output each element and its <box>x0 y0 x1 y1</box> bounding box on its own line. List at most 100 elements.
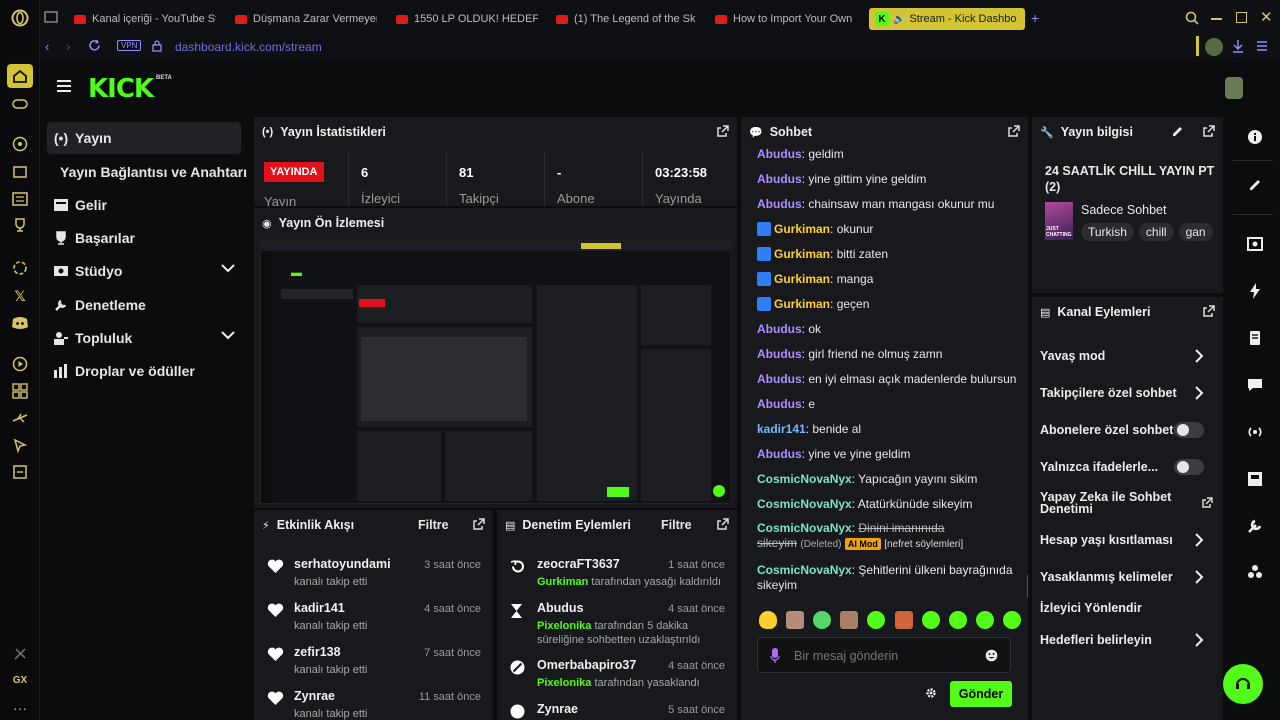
gx-control-icon[interactable] <box>10 644 30 664</box>
opera-logo-icon[interactable] <box>10 8 30 28</box>
chevron-down-icon[interactable] <box>221 331 235 340</box>
popout-icon[interactable] <box>717 518 729 530</box>
tag-chip[interactable]: Turkish <box>1081 223 1134 241</box>
wrench-icon[interactable] <box>1245 516 1265 536</box>
player-icon[interactable] <box>10 354 30 374</box>
tab-video-4[interactable]: How to Import Your Own <box>715 8 857 30</box>
search-icon[interactable] <box>1185 11 1199 25</box>
chevron-right-icon[interactable] <box>1195 570 1204 584</box>
new-tab-button[interactable]: + <box>1031 10 1039 26</box>
action-followers-only[interactable]: Takipçilere özel sohbet <box>1040 386 1214 400</box>
emote-icon[interactable] <box>813 611 832 629</box>
external-link-icon[interactable] <box>1202 497 1213 508</box>
channel-icon[interactable] <box>1245 469 1265 489</box>
emote-icon[interactable] <box>759 611 777 629</box>
nav-item-revenue[interactable]: Gelir <box>47 189 241 221</box>
emote-icon[interactable] <box>786 611 805 629</box>
lock-icon[interactable] <box>152 40 162 52</box>
flights-icon[interactable] <box>10 408 30 428</box>
popout-icon[interactable] <box>1203 125 1215 137</box>
gx-corner-icon[interactable] <box>10 462 30 482</box>
download-icon[interactable] <box>1232 39 1244 53</box>
chevron-down-icon[interactable] <box>221 264 235 273</box>
nav-item-achievements[interactable]: Başarılar <box>47 222 241 254</box>
subscribers-only-toggle[interactable] <box>1174 422 1204 438</box>
more-icon[interactable]: ··· <box>10 698 30 718</box>
chat-username[interactable]: Abudus <box>757 172 802 186</box>
emote-icon[interactable] <box>948 611 967 629</box>
vpn-badge[interactable]: VPN <box>117 40 142 51</box>
emotes-only-toggle[interactable] <box>1174 459 1204 475</box>
hamburger-menu-icon[interactable] <box>57 80 71 92</box>
popout-icon[interactable] <box>717 125 729 137</box>
stream-preview-video[interactable]: ▬ <box>260 240 732 504</box>
twitch-icon[interactable] <box>10 162 30 182</box>
gamepad-icon[interactable] <box>10 94 30 114</box>
lightning-icon[interactable] <box>1245 281 1265 301</box>
chat-settings-gear-icon[interactable] <box>925 687 937 699</box>
nav-item-drops[interactable]: Droplar ve ödüller <box>47 355 241 387</box>
back-icon[interactable]: ‹ <box>45 39 49 54</box>
tab-video-3[interactable]: (1) The Legend of the Sk <box>556 8 698 30</box>
chevron-right-icon[interactable] <box>1195 633 1204 647</box>
music-icon[interactable] <box>10 134 30 154</box>
edit-pencil-icon[interactable] <box>1172 126 1183 137</box>
tag-chip[interactable]: gan <box>1178 223 1213 241</box>
popout-icon[interactable] <box>1008 125 1020 137</box>
emote-icon[interactable] <box>894 611 913 629</box>
stream-category[interactable]: Sadece Sohbet <box>1081 203 1167 217</box>
chat-input[interactable] <box>794 646 974 666</box>
emote-icon[interactable] <box>1002 611 1021 629</box>
chat-username[interactable]: Abudus <box>757 147 802 161</box>
action-subscribers-only[interactable]: Abonelere özel sohbet <box>1040 422 1214 438</box>
user-avatar[interactable] <box>1225 77 1243 99</box>
minimize-icon[interactable] <box>1211 18 1222 20</box>
chat-username[interactable]: Gurkiman <box>774 247 830 261</box>
popout-icon[interactable] <box>473 518 485 530</box>
chat-username[interactable]: kadir141 <box>757 422 806 436</box>
reload-icon[interactable] <box>88 39 101 52</box>
chevron-right-icon[interactable] <box>1195 386 1204 400</box>
chat-input-box[interactable] <box>757 637 1011 673</box>
emoji-icon[interactable] <box>985 649 998 662</box>
action-emotes-only[interactable]: Yalnızca ifadelerle... <box>1040 459 1214 475</box>
easy-setup-icon[interactable] <box>1255 39 1269 53</box>
action-slow-mode[interactable]: Yavaş mod <box>1040 349 1214 363</box>
send-button[interactable]: Gönder <box>950 681 1012 707</box>
chat-username[interactable]: Gurkiman <box>774 272 830 286</box>
chat-username[interactable]: Abudus <box>757 197 802 211</box>
support-headset-button[interactable] <box>1223 664 1263 704</box>
nav-item-studio[interactable]: Stüdyo <box>47 255 241 287</box>
microphone-icon[interactable] <box>770 648 780 664</box>
emote-icon[interactable] <box>840 611 859 629</box>
chat-bubble-icon[interactable] <box>1245 375 1265 395</box>
kick-logo[interactable]: KICK <box>88 74 154 104</box>
chat-username[interactable]: CosmicNovaNyx <box>757 497 852 511</box>
chat-username[interactable]: Abudus <box>757 372 802 386</box>
edit-icon[interactable] <box>1245 175 1265 195</box>
category-thumbnail[interactable]: JUST CHATTING <box>1045 202 1073 240</box>
chevron-right-icon[interactable] <box>1195 533 1204 547</box>
emote-icon[interactable] <box>975 611 994 629</box>
camera-icon[interactable] <box>1245 234 1265 254</box>
tab-kick-dashboard[interactable]: K 🔊 Stream - Kick Dashbo <box>869 8 1025 30</box>
chat-scrollbar[interactable] <box>1027 575 1028 597</box>
emote-icon[interactable] <box>921 611 940 629</box>
chat-username[interactable]: CosmicNovaNyx <box>757 472 852 486</box>
profile-avatar[interactable] <box>1205 38 1223 56</box>
home-button[interactable] <box>7 64 33 88</box>
discord-icon[interactable] <box>10 313 30 333</box>
x-twitter-icon[interactable]: 𝕏 <box>10 286 30 306</box>
action-ai-moderation[interactable]: Yapay Zeka ile Sohbet Denetimi <box>1040 491 1190 516</box>
chat-username[interactable]: Abudus <box>757 347 802 361</box>
url-field[interactable]: dashboard.kick.com/stream <box>175 40 322 54</box>
popout-icon[interactable] <box>1203 305 1215 317</box>
activity-filter-button[interactable]: Filtre <box>418 518 449 532</box>
news-icon[interactable] <box>10 189 30 209</box>
tab-youtube-studio[interactable]: Kanal içeriği - YouTube Stu <box>74 8 216 30</box>
action-set-goals[interactable]: Hedefleri belirleyin <box>1040 633 1214 647</box>
trophy-icon[interactable] <box>10 215 30 235</box>
action-account-age[interactable]: Hesap yaşı kısıtlaması <box>1040 533 1214 547</box>
tag-chip[interactable]: chill <box>1138 223 1174 241</box>
extensions-icon[interactable] <box>10 381 30 401</box>
